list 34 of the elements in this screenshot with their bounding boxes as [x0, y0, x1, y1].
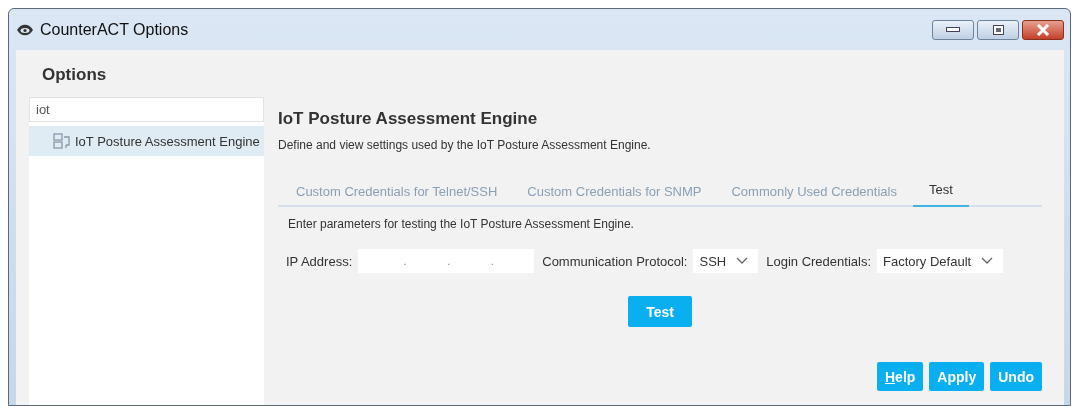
maximize-button[interactable]	[977, 19, 1019, 40]
tab[interactable]: Test	[912, 180, 969, 207]
minimize-icon	[946, 27, 960, 32]
field-label: IP Address:	[286, 253, 353, 269]
field-label: Login Credentials:	[766, 253, 871, 269]
eye-logo-icon	[16, 22, 34, 37]
field-label: Communication Protocol:	[542, 253, 688, 269]
action-button[interactable]: Undo	[990, 362, 1042, 391]
panel-description: Define and view settings used by the IoT Posture Assessment Engine.	[278, 138, 652, 152]
tab[interactable]: Custom Credentials for Telnet/SSH	[282, 180, 512, 207]
devices-icon	[53, 133, 71, 149]
maximize-icon	[992, 24, 1004, 35]
ip-separator: .	[447, 255, 451, 267]
minimize-button[interactable]	[932, 19, 974, 40]
dropdown[interactable]: SSH	[693, 249, 759, 273]
instructions-text: Enter parameters for testing the IoT Posture Assessment Engine.	[288, 217, 635, 231]
options-heading: Options	[41, 64, 108, 86]
chevron-down-icon	[981, 257, 994, 265]
close-icon	[1036, 23, 1050, 36]
test-button[interactable]: Test	[628, 296, 692, 327]
panel-title: IoT Posture Assessment Engine	[278, 109, 539, 129]
ip-separator: .	[403, 255, 407, 267]
close-button[interactable]	[1022, 19, 1064, 40]
action-button[interactable]: Help	[877, 362, 924, 391]
dropdown[interactable]: Factory Default	[877, 249, 1004, 273]
action-button[interactable]: Apply	[929, 362, 985, 391]
ip-separator: .	[490, 255, 494, 267]
window-title: CounterACT Options	[40, 20, 189, 39]
tab[interactable]: Commonly Used Credentials	[717, 180, 911, 207]
tab[interactable]: Custom Credentials for SNMP	[513, 180, 716, 207]
search-field[interactable]: iot	[29, 97, 264, 122]
sidebar-item[interactable]: IoT Posture Assessment Engine	[29, 126, 264, 156]
ip-address-field[interactable]: . . .	[358, 249, 535, 273]
chevron-down-icon	[736, 257, 749, 265]
